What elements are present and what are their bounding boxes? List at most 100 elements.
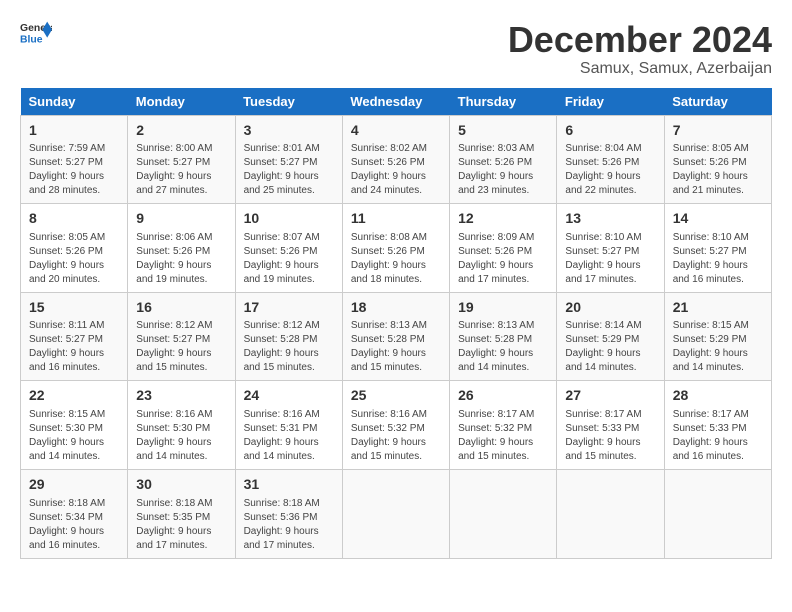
month-title: December 2024 [508, 20, 772, 60]
day-number: 8 [29, 209, 119, 229]
day-info: Sunrise: 8:01 AM Sunset: 5:27 PM Dayligh… [244, 142, 334, 198]
day-info: Sunrise: 8:17 AM Sunset: 5:32 PM Dayligh… [458, 408, 548, 464]
day-number: 2 [136, 121, 226, 141]
day-info: Sunrise: 8:02 AM Sunset: 5:26 PM Dayligh… [351, 142, 441, 198]
day-number: 17 [244, 298, 334, 318]
day-info: Sunrise: 8:03 AM Sunset: 5:26 PM Dayligh… [458, 142, 548, 198]
day-number: 7 [673, 121, 763, 141]
day-info: Sunrise: 8:18 AM Sunset: 5:34 PM Dayligh… [29, 497, 119, 553]
day-info: Sunrise: 8:16 AM Sunset: 5:32 PM Dayligh… [351, 408, 441, 464]
calendar-table: Sunday Monday Tuesday Wednesday Thursday… [20, 88, 772, 559]
logo-icon: General Blue [20, 20, 52, 48]
day-info: Sunrise: 8:10 AM Sunset: 5:27 PM Dayligh… [673, 231, 763, 287]
day-number: 29 [29, 475, 119, 495]
day-number: 21 [673, 298, 763, 318]
calendar-cell: 29Sunrise: 8:18 AM Sunset: 5:34 PM Dayli… [21, 469, 128, 558]
calendar-row: 22Sunrise: 8:15 AM Sunset: 5:30 PM Dayli… [21, 381, 772, 470]
day-info: Sunrise: 8:15 AM Sunset: 5:29 PM Dayligh… [673, 319, 763, 375]
calendar-cell: 22Sunrise: 8:15 AM Sunset: 5:30 PM Dayli… [21, 381, 128, 470]
day-number: 26 [458, 386, 548, 406]
day-number: 18 [351, 298, 441, 318]
calendar-cell: 17Sunrise: 8:12 AM Sunset: 5:28 PM Dayli… [235, 292, 342, 381]
calendar-cell: 5Sunrise: 8:03 AM Sunset: 5:26 PM Daylig… [450, 115, 557, 204]
calendar-cell: 10Sunrise: 8:07 AM Sunset: 5:26 PM Dayli… [235, 204, 342, 293]
calendar-cell [664, 469, 771, 558]
calendar-cell: 24Sunrise: 8:16 AM Sunset: 5:31 PM Dayli… [235, 381, 342, 470]
day-number: 1 [29, 121, 119, 141]
calendar-cell: 12Sunrise: 8:09 AM Sunset: 5:26 PM Dayli… [450, 204, 557, 293]
day-info: Sunrise: 8:09 AM Sunset: 5:26 PM Dayligh… [458, 231, 548, 287]
day-info: Sunrise: 8:12 AM Sunset: 5:27 PM Dayligh… [136, 319, 226, 375]
svg-text:Blue: Blue [20, 34, 43, 45]
calendar-cell [450, 469, 557, 558]
calendar-cell: 28Sunrise: 8:17 AM Sunset: 5:33 PM Dayli… [664, 381, 771, 470]
day-info: Sunrise: 7:59 AM Sunset: 5:27 PM Dayligh… [29, 142, 119, 198]
day-number: 14 [673, 209, 763, 229]
day-info: Sunrise: 8:08 AM Sunset: 5:26 PM Dayligh… [351, 231, 441, 287]
day-number: 12 [458, 209, 548, 229]
calendar-cell: 2Sunrise: 8:00 AM Sunset: 5:27 PM Daylig… [128, 115, 235, 204]
header-monday: Monday [128, 88, 235, 116]
day-info: Sunrise: 8:05 AM Sunset: 5:26 PM Dayligh… [29, 231, 119, 287]
day-info: Sunrise: 8:07 AM Sunset: 5:26 PM Dayligh… [244, 231, 334, 287]
header-thursday: Thursday [450, 88, 557, 116]
day-info: Sunrise: 8:13 AM Sunset: 5:28 PM Dayligh… [458, 319, 548, 375]
title-block: December 2024 Samux, Samux, Azerbaijan [508, 20, 772, 78]
day-number: 30 [136, 475, 226, 495]
calendar-cell: 11Sunrise: 8:08 AM Sunset: 5:26 PM Dayli… [342, 204, 449, 293]
day-number: 24 [244, 386, 334, 406]
calendar-cell: 9Sunrise: 8:06 AM Sunset: 5:26 PM Daylig… [128, 204, 235, 293]
calendar-header-row: Sunday Monday Tuesday Wednesday Thursday… [21, 88, 772, 116]
calendar-cell: 15Sunrise: 8:11 AM Sunset: 5:27 PM Dayli… [21, 292, 128, 381]
day-info: Sunrise: 8:05 AM Sunset: 5:26 PM Dayligh… [673, 142, 763, 198]
calendar-cell: 13Sunrise: 8:10 AM Sunset: 5:27 PM Dayli… [557, 204, 664, 293]
day-number: 20 [565, 298, 655, 318]
day-info: Sunrise: 8:00 AM Sunset: 5:27 PM Dayligh… [136, 142, 226, 198]
calendar-row: 15Sunrise: 8:11 AM Sunset: 5:27 PM Dayli… [21, 292, 772, 381]
calendar-cell: 27Sunrise: 8:17 AM Sunset: 5:33 PM Dayli… [557, 381, 664, 470]
day-number: 28 [673, 386, 763, 406]
day-info: Sunrise: 8:16 AM Sunset: 5:31 PM Dayligh… [244, 408, 334, 464]
calendar-cell: 8Sunrise: 8:05 AM Sunset: 5:26 PM Daylig… [21, 204, 128, 293]
day-info: Sunrise: 8:18 AM Sunset: 5:36 PM Dayligh… [244, 497, 334, 553]
day-info: Sunrise: 8:11 AM Sunset: 5:27 PM Dayligh… [29, 319, 119, 375]
day-number: 9 [136, 209, 226, 229]
logo: General Blue [20, 20, 52, 48]
day-number: 25 [351, 386, 441, 406]
location-subtitle: Samux, Samux, Azerbaijan [508, 60, 772, 78]
calendar-cell: 31Sunrise: 8:18 AM Sunset: 5:36 PM Dayli… [235, 469, 342, 558]
calendar-row: 8Sunrise: 8:05 AM Sunset: 5:26 PM Daylig… [21, 204, 772, 293]
calendar-cell: 4Sunrise: 8:02 AM Sunset: 5:26 PM Daylig… [342, 115, 449, 204]
day-info: Sunrise: 8:12 AM Sunset: 5:28 PM Dayligh… [244, 319, 334, 375]
day-info: Sunrise: 8:17 AM Sunset: 5:33 PM Dayligh… [565, 408, 655, 464]
day-number: 6 [565, 121, 655, 141]
day-number: 15 [29, 298, 119, 318]
calendar-cell: 14Sunrise: 8:10 AM Sunset: 5:27 PM Dayli… [664, 204, 771, 293]
day-info: Sunrise: 8:06 AM Sunset: 5:26 PM Dayligh… [136, 231, 226, 287]
day-number: 4 [351, 121, 441, 141]
calendar-cell: 21Sunrise: 8:15 AM Sunset: 5:29 PM Dayli… [664, 292, 771, 381]
header-friday: Friday [557, 88, 664, 116]
calendar-cell: 23Sunrise: 8:16 AM Sunset: 5:30 PM Dayli… [128, 381, 235, 470]
day-info: Sunrise: 8:18 AM Sunset: 5:35 PM Dayligh… [136, 497, 226, 553]
header-saturday: Saturday [664, 88, 771, 116]
day-number: 22 [29, 386, 119, 406]
day-info: Sunrise: 8:13 AM Sunset: 5:28 PM Dayligh… [351, 319, 441, 375]
day-number: 10 [244, 209, 334, 229]
calendar-cell: 19Sunrise: 8:13 AM Sunset: 5:28 PM Dayli… [450, 292, 557, 381]
calendar-cell: 7Sunrise: 8:05 AM Sunset: 5:26 PM Daylig… [664, 115, 771, 204]
calendar-cell: 3Sunrise: 8:01 AM Sunset: 5:27 PM Daylig… [235, 115, 342, 204]
day-number: 31 [244, 475, 334, 495]
calendar-cell [557, 469, 664, 558]
page-header: General Blue December 2024 Samux, Samux,… [20, 20, 772, 78]
day-number: 5 [458, 121, 548, 141]
calendar-cell: 26Sunrise: 8:17 AM Sunset: 5:32 PM Dayli… [450, 381, 557, 470]
day-number: 23 [136, 386, 226, 406]
calendar-cell: 25Sunrise: 8:16 AM Sunset: 5:32 PM Dayli… [342, 381, 449, 470]
day-info: Sunrise: 8:04 AM Sunset: 5:26 PM Dayligh… [565, 142, 655, 198]
calendar-cell: 30Sunrise: 8:18 AM Sunset: 5:35 PM Dayli… [128, 469, 235, 558]
header-tuesday: Tuesday [235, 88, 342, 116]
day-number: 13 [565, 209, 655, 229]
day-info: Sunrise: 8:10 AM Sunset: 5:27 PM Dayligh… [565, 231, 655, 287]
day-info: Sunrise: 8:15 AM Sunset: 5:30 PM Dayligh… [29, 408, 119, 464]
